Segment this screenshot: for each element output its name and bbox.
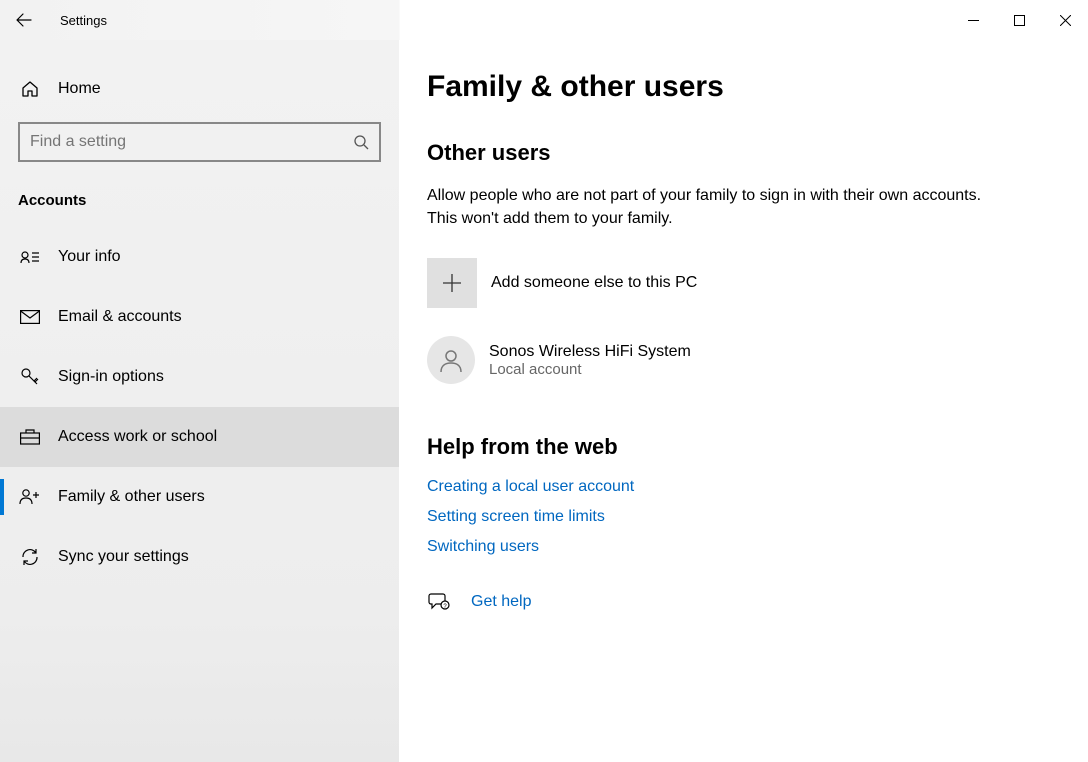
sidebar-item-label: Sync your settings	[58, 548, 189, 566]
home-nav[interactable]: Home	[0, 68, 399, 110]
home-icon	[18, 80, 42, 98]
maximize-button[interactable]	[996, 0, 1042, 40]
titlebar: Settings	[0, 0, 1088, 40]
minimize-icon	[968, 15, 979, 26]
sidebar-item-sign-in-options[interactable]: Sign-in options	[0, 347, 399, 407]
close-icon	[1060, 15, 1071, 26]
add-someone-label: Add someone else to this PC	[491, 274, 697, 292]
plus-icon	[441, 272, 463, 294]
sidebar-section-label: Accounts	[0, 162, 399, 227]
person-icon	[437, 346, 465, 374]
close-button[interactable]	[1042, 0, 1088, 40]
user-name: Sonos Wireless HiFi System	[489, 343, 691, 361]
sidebar-item-family-other-users[interactable]: Family & other users	[0, 467, 399, 527]
key-icon	[18, 367, 42, 387]
sidebar: Home Accounts Your info Email & accounts	[0, 40, 399, 762]
avatar	[427, 336, 475, 384]
search-icon	[353, 134, 369, 150]
window-title: Settings	[60, 13, 107, 28]
mail-icon	[18, 310, 42, 324]
user-subtext: Local account	[489, 361, 691, 378]
sidebar-item-label: Access work or school	[58, 428, 217, 446]
sync-icon	[18, 547, 42, 567]
plus-tile	[427, 258, 477, 308]
get-help-label: Get help	[471, 593, 531, 611]
page-title: Family & other users	[427, 70, 1058, 104]
sidebar-item-label: Your info	[58, 248, 121, 266]
minimize-button[interactable]	[950, 0, 996, 40]
sidebar-item-label: Sign-in options	[58, 368, 164, 386]
section-title-other-users: Other users	[427, 140, 1058, 166]
get-help-button[interactable]: ? Get help	[427, 592, 1058, 612]
sidebar-item-your-info[interactable]: Your info	[0, 227, 399, 287]
search-box[interactable]	[18, 122, 381, 162]
chat-help-icon: ?	[427, 592, 451, 612]
home-label: Home	[58, 80, 101, 98]
user-card-icon	[18, 249, 42, 265]
people-add-icon	[18, 488, 42, 506]
sidebar-item-access-work-school[interactable]: Access work or school	[0, 407, 399, 467]
window-controls	[950, 0, 1088, 40]
briefcase-icon	[18, 429, 42, 445]
search-input[interactable]	[30, 133, 353, 151]
sidebar-item-label: Email & accounts	[58, 308, 182, 326]
sidebar-item-label: Family & other users	[58, 488, 205, 506]
arrow-left-icon	[16, 12, 32, 28]
back-button[interactable]	[0, 0, 48, 40]
other-users-description: Allow people who are not part of your fa…	[427, 184, 987, 230]
help-link-screen-time[interactable]: Setting screen time limits	[427, 508, 1058, 526]
sidebar-item-email-accounts[interactable]: Email & accounts	[0, 287, 399, 347]
add-someone-button[interactable]: Add someone else to this PC	[427, 258, 1058, 308]
help-from-web-title: Help from the web	[427, 434, 1058, 460]
other-user-entry[interactable]: Sonos Wireless HiFi System Local account	[427, 336, 1058, 384]
help-link-create-local-user[interactable]: Creating a local user account	[427, 478, 1058, 496]
help-link-switching-users[interactable]: Switching users	[427, 538, 1058, 556]
sidebar-item-sync-settings[interactable]: Sync your settings	[0, 527, 399, 587]
main-pane: Family & other users Other users Allow p…	[399, 40, 1088, 762]
maximize-icon	[1014, 15, 1025, 26]
